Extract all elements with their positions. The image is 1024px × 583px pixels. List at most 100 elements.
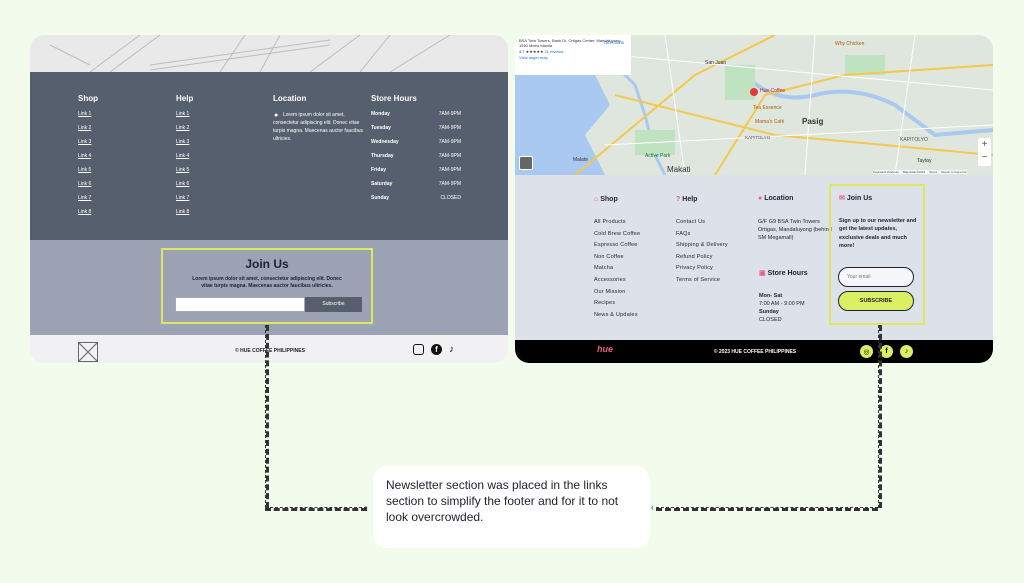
final-footer: BSA Twin Towers, Bank Dr, Ortigas Center…	[515, 35, 993, 363]
instagram-icon[interactable]: ◎	[860, 345, 873, 358]
map-label: Why Chicken	[835, 41, 865, 47]
map-label: KAPITOLYO	[900, 137, 928, 143]
help-link[interactable]: Shipping & Delivery	[676, 242, 728, 254]
map-zoom-controls[interactable]: + −	[978, 138, 991, 166]
wire-shop-link[interactable]: Link 8	[78, 209, 91, 223]
final-location-title: ● Location	[758, 195, 794, 202]
map-label: Active Park	[645, 153, 671, 159]
wire-hours-table: Monday 7AM-9PM Tuesday 7AM-9PM Wednesday 7A…	[371, 111, 461, 209]
instagram-icon[interactable]	[413, 344, 424, 355]
wire-shop-link[interactable]: Link 7	[78, 195, 91, 209]
shop-link[interactable]: All Products	[594, 219, 640, 231]
map-reviews-link[interactable]: 11 reviews	[545, 49, 564, 54]
connector-line-left	[265, 325, 269, 508]
hours-weekday: Mon- Sat	[759, 293, 783, 299]
connector-line-right	[878, 325, 882, 508]
map-attribution: Keyboard shortcuts Map data ©2023 Terms Rep…	[873, 170, 967, 174]
wire-shop-title: Shop	[78, 94, 98, 103]
wire-email-input[interactable]	[175, 297, 305, 312]
wire-join-desc: Lorem ipsum dolor sit amet, consectetur …	[192, 276, 342, 289]
map-rating: 4.7 ★★★★★	[519, 49, 544, 54]
map-label: San Juan	[705, 60, 727, 66]
shop-link[interactable]: Cold Brew Coffee	[594, 231, 640, 243]
help-circle-icon: ?	[676, 196, 681, 203]
wire-help-link[interactable]: Link 4	[176, 153, 189, 167]
wire-shop-link[interactable]: Link 4	[78, 153, 91, 167]
final-copyright: © 2023 HUE COFFEE PHILIPPINES	[713, 349, 797, 355]
satellite-toggle-icon[interactable]	[519, 156, 533, 170]
final-hours-block: Mon- Sat 7:00 AM - 9:00 PM Sunday CLOSED	[759, 292, 829, 324]
hue-logo[interactable]: hue	[597, 344, 613, 354]
wire-shop-link[interactable]: Link 2	[78, 125, 91, 139]
wire-help-link[interactable]: Link 8	[176, 209, 189, 223]
shop-link[interactable]: Matcha	[594, 265, 640, 277]
help-link[interactable]: FAQs	[676, 231, 728, 243]
wireframe-footer: Shop Link 1 Link 2 Link 3 Link 4 Link 5 …	[30, 35, 508, 363]
zoom-out-icon[interactable]: −	[978, 151, 991, 164]
subscribe-button[interactable]: SUBSCRIBE	[838, 291, 914, 311]
wire-shop-link[interactable]: Link 5	[78, 167, 91, 181]
final-social-icons: ◎ f ♪	[860, 345, 913, 358]
zoom-in-icon[interactable]: +	[978, 138, 991, 151]
mail-icon: ✉	[839, 195, 845, 202]
wire-help-link[interactable]: Link 2	[176, 125, 189, 139]
map-label: Pasig	[802, 117, 824, 126]
wire-shop-link[interactable]: Link 1	[78, 111, 91, 125]
annotation-note: Newsletter section was placed in the lin…	[373, 466, 650, 548]
wire-hours-row: Sunday CLOSED	[371, 195, 461, 201]
wire-help-title: Help	[176, 94, 194, 103]
wire-hours-row: Saturday 7AM-9PM	[371, 181, 461, 187]
final-hours-title: ▣ Store Hours	[759, 270, 808, 277]
tiktok-icon[interactable]: ♪	[900, 345, 913, 358]
help-link[interactable]: Contact Us	[676, 219, 728, 231]
wire-hours-row: Friday 7AM-9PM	[371, 167, 461, 173]
newsletter-email-input[interactable]: Your email	[838, 267, 914, 287]
wire-subscribe-button[interactable]: Subscribe	[305, 297, 362, 312]
final-join-title: ✉ Join Us	[839, 195, 873, 202]
wire-hours-row: Thursday 7AM-9PM	[371, 153, 461, 159]
hours-sunday: Sunday	[759, 309, 779, 315]
shop-link[interactable]: Espresso Coffee	[594, 242, 640, 254]
location-pin-icon: ●	[758, 195, 763, 202]
wire-shop-links: Link 1 Link 2 Link 3 Link 4 Link 5 Link …	[78, 111, 91, 223]
wire-hours-row: Monday 7AM-9PM	[371, 111, 461, 117]
map-label: Makati	[667, 165, 691, 174]
arrow-left-icon: ‹	[651, 503, 654, 512]
wire-help-link[interactable]: Link 6	[176, 181, 189, 195]
map-label: Taytay	[917, 158, 932, 164]
wire-hours-row: Tuesday 7AM-9PM	[371, 125, 461, 131]
final-help-links: Contact Us FAQs Shipping & Delivery Refu…	[676, 219, 728, 289]
shop-link[interactable]: Non Coffee	[594, 254, 640, 266]
wire-join-title: Join Us	[245, 257, 289, 271]
map-larger-link[interactable]: View larger map	[519, 55, 627, 60]
hours-weekday-time: 7:00 AM - 9:00 PM	[759, 301, 805, 307]
connector-line-left-h	[265, 507, 367, 511]
wire-help-link[interactable]: Link 1	[176, 111, 189, 125]
wire-shop-link[interactable]: Link 6	[78, 181, 91, 195]
help-link[interactable]: Refund Policy	[676, 254, 728, 266]
shop-link[interactable]: News & Updates	[594, 312, 640, 324]
wire-location-title: Location	[273, 94, 307, 103]
final-shop-links: All Products Cold Brew Coffee Espresso C…	[594, 219, 640, 323]
shop-link[interactable]: Accessories	[594, 277, 640, 289]
map-label: Tea Essence	[753, 105, 782, 111]
wire-help-link[interactable]: Link 7	[176, 195, 189, 209]
final-shop-title: ⌂ Shop	[594, 196, 618, 203]
wire-help-link[interactable]: Link 3	[176, 139, 189, 153]
connector-line-right-h	[656, 507, 878, 511]
map-directions-link[interactable]: Directions	[604, 40, 624, 45]
shop-link[interactable]: Recipes	[594, 300, 640, 312]
wire-help-link[interactable]: Link 5	[176, 167, 189, 181]
google-map[interactable]: BSA Twin Towers, Bank Dr, Ortigas Center…	[515, 35, 993, 175]
facebook-icon[interactable]: f	[431, 344, 442, 355]
map-label: Malate	[573, 157, 589, 163]
help-link[interactable]: Terms of Service	[676, 277, 728, 289]
wire-social-icons: f ♪	[413, 344, 454, 355]
final-location-text: G/F G9 BSA Twin Towers Ortigas, Mandaluy…	[758, 219, 832, 241]
wire-shop-link[interactable]: Link 3	[78, 139, 91, 153]
tiktok-icon[interactable]: ♪	[449, 344, 454, 355]
map-label: KAPITOLYO	[745, 135, 771, 140]
shop-link[interactable]: Our Mission	[594, 289, 640, 301]
final-help-title: ? Help	[676, 196, 698, 203]
help-link[interactable]: Privacy Policy	[676, 265, 728, 277]
